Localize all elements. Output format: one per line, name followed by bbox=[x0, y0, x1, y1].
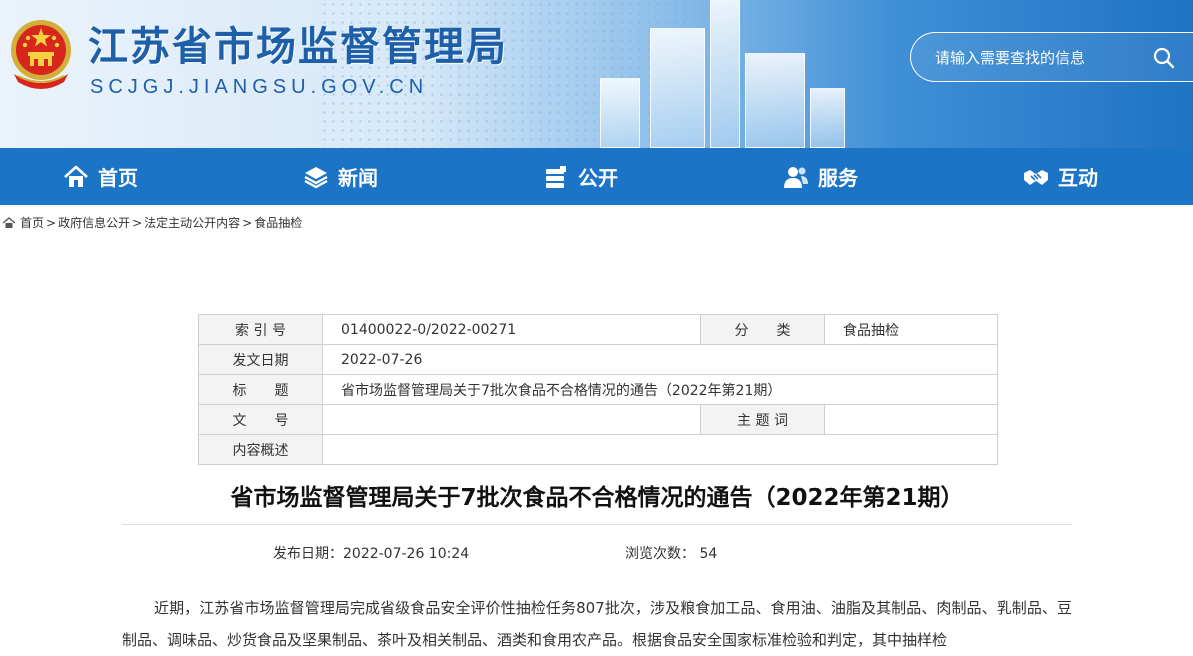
index-label: 索 引 号 bbox=[198, 314, 323, 345]
home-icon bbox=[64, 165, 88, 187]
nav-label: 互动 bbox=[1058, 166, 1098, 190]
breadcrumb-separator: > bbox=[46, 215, 57, 230]
search-input[interactable] bbox=[935, 45, 1145, 71]
home-icon bbox=[2, 216, 16, 228]
title-divider bbox=[122, 524, 1072, 525]
search-icon[interactable] bbox=[1151, 45, 1177, 71]
doc-number-label: 文 号 bbox=[198, 404, 323, 435]
doc-number-value bbox=[322, 404, 701, 435]
handshake-icon bbox=[1024, 169, 1048, 185]
title-value: 省市场监督管理局关于7批次食品不合格情况的通告（2022年第21期） bbox=[322, 374, 998, 405]
category-value: 食品抽检 bbox=[824, 314, 998, 345]
main-nav: 首页 新闻 公开 服务 互动 bbox=[0, 148, 1193, 205]
national-emblem-icon bbox=[11, 20, 71, 89]
site-url: SCJGJ.JIANGSU.GOV.CN bbox=[90, 76, 429, 98]
nav-label: 首页 bbox=[98, 166, 138, 190]
title-label: 标 题 bbox=[198, 374, 323, 405]
view-count: 浏览次数： 54 bbox=[625, 546, 718, 562]
breadcrumb-link-home[interactable]: 首页 bbox=[20, 214, 44, 231]
breadcrumb-separator: > bbox=[132, 215, 143, 230]
documents-icon bbox=[546, 165, 566, 188]
summary-value bbox=[322, 434, 998, 465]
banner-city-graphic bbox=[560, 0, 860, 148]
category-label: 分 类 bbox=[700, 314, 825, 345]
search-box bbox=[910, 32, 1193, 82]
date-label: 发文日期 bbox=[198, 344, 323, 375]
site-title: 江苏省市场监督管理局 bbox=[88, 24, 508, 70]
index-value: 01400022-0/2022-00271 bbox=[322, 314, 701, 345]
layers-icon bbox=[304, 166, 328, 188]
date-value: 2022-07-26 bbox=[322, 344, 998, 375]
table-row: 文 号 主 题 词 bbox=[198, 404, 998, 435]
header-banner: 江苏省市场监督管理局 SCJGJ.JIANGSU.GOV.CN bbox=[0, 0, 1193, 148]
breadcrumb: 首页 > 政府信息公开 > 法定主动公开内容 > 食品抽检 bbox=[2, 214, 302, 231]
document-info-table: 索 引 号 01400022-0/2022-00271 分 类 食品抽检 发文日… bbox=[198, 314, 998, 465]
table-row: 标 题 省市场监督管理局关于7批次食品不合格情况的通告（2022年第21期） bbox=[198, 374, 998, 405]
breadcrumb-link-gov-info[interactable]: 政府信息公开 bbox=[58, 214, 130, 231]
breadcrumb-link-statutory[interactable]: 法定主动公开内容 bbox=[144, 214, 240, 231]
nav-item-news[interactable]: 新闻 bbox=[302, 148, 378, 205]
article-body: 近期，江苏省市场监督管理局完成省级食品安全评价性抽检任务807批次，涉及粮食加工… bbox=[122, 599, 1072, 649]
nav-item-service[interactable]: 服务 bbox=[782, 148, 858, 205]
breadcrumb-link-food-inspection[interactable]: 食品抽检 bbox=[254, 214, 302, 231]
nav-item-interaction[interactable]: 互动 bbox=[1022, 148, 1098, 205]
keyword-label: 主 题 词 bbox=[700, 404, 825, 435]
nav-label: 公开 bbox=[578, 166, 618, 190]
publish-date: 发布日期：2022-07-26 10:24 bbox=[273, 546, 470, 562]
nav-item-public[interactable]: 公开 bbox=[542, 148, 618, 205]
table-row: 索 引 号 01400022-0/2022-00271 分 类 食品抽检 bbox=[198, 314, 998, 345]
table-row: 发文日期 2022-07-26 bbox=[198, 344, 998, 375]
summary-label: 内容概述 bbox=[198, 434, 323, 465]
nav-label: 新闻 bbox=[338, 166, 378, 190]
keyword-value bbox=[824, 404, 998, 435]
users-icon bbox=[784, 166, 808, 188]
breadcrumb-separator: > bbox=[242, 215, 253, 230]
article-title: 省市场监督管理局关于7批次食品不合格情况的通告（2022年第21期） bbox=[230, 485, 964, 511]
table-row: 内容概述 bbox=[198, 434, 998, 465]
nav-label: 服务 bbox=[818, 166, 858, 190]
nav-item-home[interactable]: 首页 bbox=[62, 148, 138, 205]
